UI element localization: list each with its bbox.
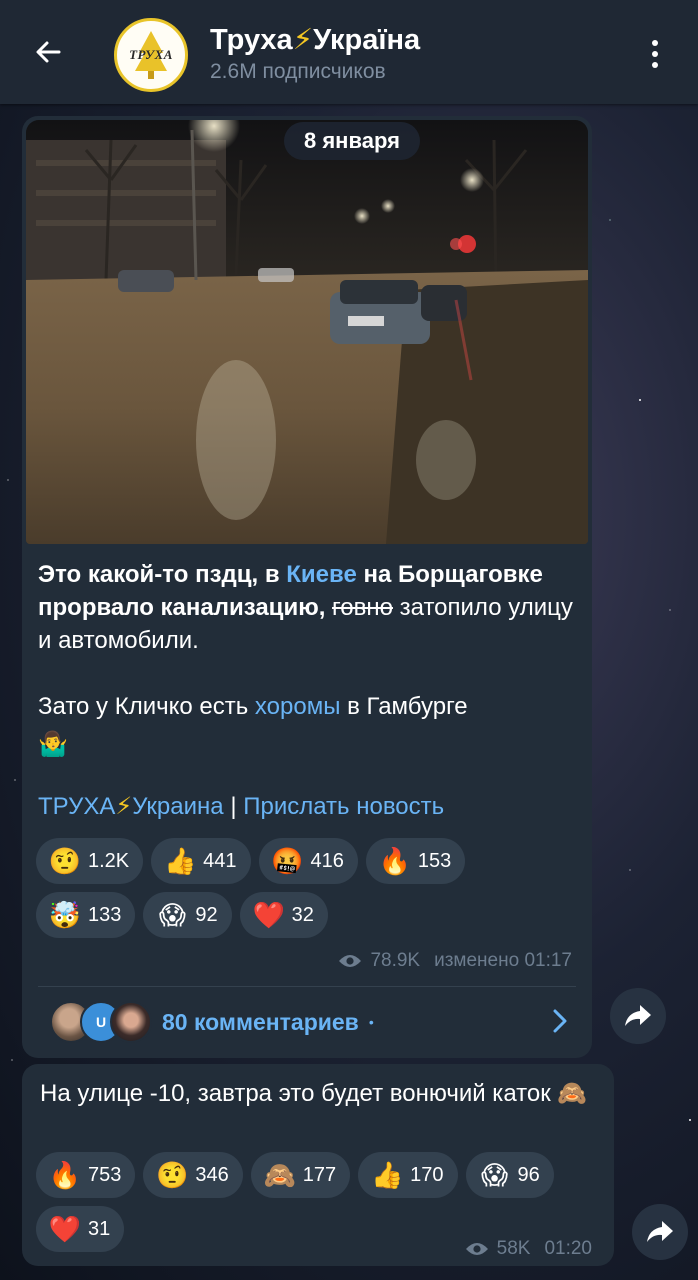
avatar [110,1001,152,1043]
reaction-count: 1.2K [88,849,130,872]
bolt-icon: ⚡ [292,24,314,56]
date-divider: 8 января [284,122,420,160]
edited-timestamp: изменено 01:17 [434,950,572,971]
share-arrow-icon [625,1005,651,1026]
shrug-emoji: 🤷‍♂️ [38,730,68,758]
link-horomy[interactable]: хоромы [255,693,341,720]
more-options-button[interactable] [640,34,670,74]
channel-info[interactable]: Труха⚡Україна 2.6M подписчиков [210,22,420,84]
screaming-face-emoji-icon: 😱 [158,900,186,930]
reaction-raised-eyebrow[interactable]: 🤨 346 [143,1152,243,1198]
commenter-avatars: U [38,999,152,1045]
reaction-heart[interactable]: ❤️ 31 [36,1206,125,1252]
share-arrow-icon [647,1221,673,1242]
message-meta: 78.9K изменено 01:17 [338,950,572,972]
message-text: На улице -10, завтра это будет вонючий к… [40,1080,588,1107]
reaction-count: 170 [410,1163,444,1186]
reaction-count: 133 [88,903,122,926]
flooded-street-photo[interactable] [26,120,588,544]
fire-emoji-icon: 🔥 [378,846,412,876]
message-meta: 58K 01:20 [465,1238,592,1260]
exploding-head-emoji-icon: 🤯 [48,900,82,930]
heart-emoji-icon: ❤️ [252,900,285,930]
reaction-cursing-face[interactable]: 🤬 416 [258,838,358,884]
see-no-evil-monkey-emoji-icon: 🙈 [263,1160,296,1190]
reactions-bar: 🤨 1.2K 👍 441 🤬 416 🔥 153 🤯 133 😱 92 ❤️ 32 [36,838,556,938]
comments-divider [38,986,576,987]
reaction-count: 153 [417,849,452,872]
avatar-logo-text: ТРУХА [129,47,173,62]
reaction-heart[interactable]: ❤️ 32 [239,892,328,938]
subscriber-count: 2.6M подписчиков [210,60,386,83]
link-channel[interactable]: ТРУХА⚡Украина [38,793,224,820]
view-count: 58K [496,1238,531,1259]
chevron-right-icon [553,1009,567,1033]
reaction-count: 753 [88,1163,122,1186]
message-bubble[interactable]: Это какой-то пздц, в Киеве на Борщаговке… [22,116,592,1058]
reaction-raised-eyebrow[interactable]: 🤨 1.2K [36,838,144,884]
reaction-count: 441 [203,849,237,872]
link-kiev[interactable]: Киеве [286,561,357,588]
back-button[interactable] [28,32,68,72]
reaction-count: 416 [310,849,344,872]
reaction-count: 31 [88,1217,111,1240]
raised-eyebrow-emoji-icon: 🤨 [156,1160,189,1190]
arrow-left-icon [36,41,61,63]
message-text: Это какой-то пздц, в Киеве на Борщаговке… [38,561,573,758]
strikethrough-word: говно [332,594,393,621]
reaction-count: 177 [302,1163,337,1186]
share-button[interactable] [610,988,666,1044]
channel-avatar[interactable]: ТРУХА [114,18,188,92]
heart-emoji-icon: ❤️ [48,1214,82,1244]
unread-dot: • [368,1014,374,1030]
eye-icon [339,955,362,967]
more-vertical-icon [652,40,658,46]
screaming-face-emoji-icon: 😱 [480,1160,509,1190]
thumbs-up-emoji-icon: 👍 [370,1160,404,1190]
reaction-thumbs-up[interactable]: 👍 441 [151,838,251,884]
reaction-exploding-head[interactable]: 🤯 133 [36,892,136,938]
channel-title: Труха⚡Україна [210,22,420,58]
chat-header: ТРУХА Труха⚡Україна 2.6M подписчиков [0,0,698,104]
reaction-fire[interactable]: 🔥 153 [365,838,466,884]
raised-eyebrow-emoji-icon: 🤨 [48,846,82,876]
monkey-emoji: 🙈 [557,1080,588,1107]
thumbs-up-emoji-icon: 👍 [163,846,197,876]
reaction-count: 32 [291,903,314,926]
comments-count-label: 80 комментариев [162,1008,359,1035]
message-timestamp: 01:20 [544,1238,592,1259]
eye-icon [465,1243,488,1255]
reaction-see-no-evil[interactable]: 🙈 177 [250,1152,351,1198]
link-separator: | [230,793,237,820]
view-count: 78.9K [370,950,421,971]
link-send-news[interactable]: Прислать новость [243,793,444,820]
reactions-bar: 🔥 753 🤨 346 🙈 177 👍 170 😱 96 ❤️ 31 [36,1152,606,1252]
reaction-fire[interactable]: 🔥 753 [36,1152,136,1198]
share-button[interactable] [632,1204,688,1260]
channel-footer-links: ТРУХА⚡Украина | Прислать новость [38,792,444,821]
reaction-thumbs-up[interactable]: 👍 170 [358,1152,458,1198]
photo-illustration [26,120,588,544]
channel-name-suffix: Україна [313,24,421,56]
channel-name: Труха [210,24,293,56]
reaction-count: 346 [195,1163,229,1186]
comments-button[interactable]: U 80 комментариев • [38,994,578,1050]
reaction-screaming-face[interactable]: 😱 96 [465,1152,554,1198]
bolt-icon: ⚡ [115,793,133,820]
reaction-count: 96 [517,1163,540,1186]
reaction-count: 92 [195,903,218,926]
reaction-screaming-face[interactable]: 😱 92 [143,892,232,938]
cursing-face-emoji-icon: 🤬 [271,846,304,876]
fire-emoji-icon: 🔥 [48,1160,82,1190]
message-bubble[interactable]: На улице -10, завтра это будет вонючий к… [22,1064,614,1266]
